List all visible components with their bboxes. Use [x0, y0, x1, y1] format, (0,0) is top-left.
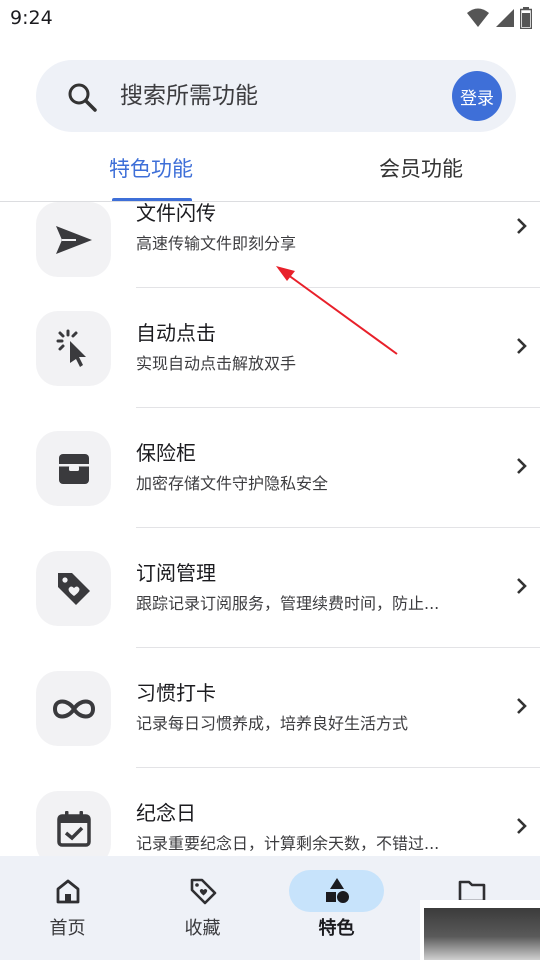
list-item-safe[interactable]: 保险柜 加密存储文件守护隐私安全: [0, 418, 540, 538]
list-divider: [136, 287, 540, 288]
status-icons: [466, 6, 532, 30]
feature-title: 保险柜: [136, 441, 196, 465]
wifi-icon: [467, 8, 489, 27]
feature-description: 记录重要纪念日，计算剩余天数，不错过...: [136, 834, 440, 853]
shapes-icon: [325, 878, 349, 903]
calendar-check-icon: [56, 810, 91, 847]
battery-icon: [520, 7, 532, 29]
safe-box-icon: [58, 453, 89, 484]
search-icon: [68, 83, 97, 112]
status-bar: 9:24: [0, 0, 540, 36]
chevron-right-icon: [517, 338, 527, 354]
list-divider: [136, 647, 540, 648]
photo-fragment: [420, 900, 540, 960]
feature-title: 文件闪传: [136, 202, 216, 225]
chevron-right-icon: [517, 818, 527, 834]
nav-label: 收藏: [184, 918, 221, 939]
nav-item-favorites[interactable]: 收藏: [135, 856, 270, 960]
feature-description: 实现自动点击解放双手: [136, 354, 297, 373]
list-item-anniversary[interactable]: 纪念日 记录重要纪念日，计算剩余天数，不错过...: [0, 778, 540, 856]
favorite-tag-icon: [190, 878, 216, 905]
feature-description: 记录每日习惯养成，培养良好生活方式: [136, 714, 409, 733]
send-icon: [55, 225, 92, 254]
login-button[interactable]: 登录: [452, 71, 502, 121]
chevron-right-icon: [517, 458, 527, 474]
photo-fragment-image: [424, 908, 540, 960]
chevron-right-icon: [517, 218, 527, 234]
nav-label: 首页: [49, 918, 86, 939]
feature-title: 纪念日: [136, 801, 196, 825]
feature-icon-tile: [36, 431, 111, 506]
feature-icon-tile: [36, 551, 111, 626]
list-divider: [136, 767, 540, 768]
feature-icon-tile: [36, 311, 111, 386]
list-item-habit[interactable]: 习惯打卡 记录每日习惯养成，培养良好生活方式: [0, 658, 540, 778]
feature-description: 跟踪记录订阅服务，管理续费时间，防止...: [136, 594, 440, 613]
feature-description: 高速传输文件即刻分享: [136, 234, 297, 253]
feature-description: 加密存储文件守护隐私安全: [136, 474, 329, 493]
search-bar[interactable]: 搜索所需功能 登录: [36, 60, 516, 132]
tab-member-functions[interactable]: 会员功能: [379, 154, 463, 184]
auto-click-icon: [56, 329, 86, 367]
feature-icon-tile: [36, 671, 111, 746]
list-divider: [136, 527, 540, 528]
chevron-right-icon: [517, 578, 527, 594]
chevron-right-icon: [517, 698, 527, 714]
feature-list: 文件闪传 高速传输文件即刻分享 自动点击 实现自动点击解放双手 保险柜 加密存储…: [0, 202, 540, 856]
nav-item-featured[interactable]: 特色: [269, 856, 404, 960]
list-item-file-transfer[interactable]: 文件闪传 高速传输文件即刻分享: [0, 202, 540, 298]
nav-item-home[interactable]: 首页: [0, 856, 135, 960]
nav-label: 特色: [318, 918, 355, 939]
status-time: 9:24: [10, 7, 53, 29]
feature-title: 习惯打卡: [136, 681, 216, 705]
list-item-subscription[interactable]: 订阅管理 跟踪记录订阅服务，管理续费时间，防止...: [0, 538, 540, 658]
list-item-auto-click[interactable]: 自动点击 实现自动点击解放双手: [0, 298, 540, 418]
home-icon: [56, 879, 79, 904]
feature-title: 自动点击: [136, 321, 216, 345]
feature-tabs: 特色功能 会员功能: [0, 140, 540, 202]
list-divider: [136, 407, 540, 408]
feature-icon-tile: [36, 202, 111, 277]
tab-featured-functions[interactable]: 特色功能: [109, 154, 193, 184]
price-tag-heart-icon: [57, 572, 90, 605]
feature-title: 订阅管理: [136, 561, 216, 585]
cellular-signal-icon: [496, 9, 514, 27]
search-input[interactable]: 搜索所需功能: [120, 81, 258, 111]
infinity-icon: [52, 699, 95, 718]
feature-icon-tile: [36, 791, 111, 856]
